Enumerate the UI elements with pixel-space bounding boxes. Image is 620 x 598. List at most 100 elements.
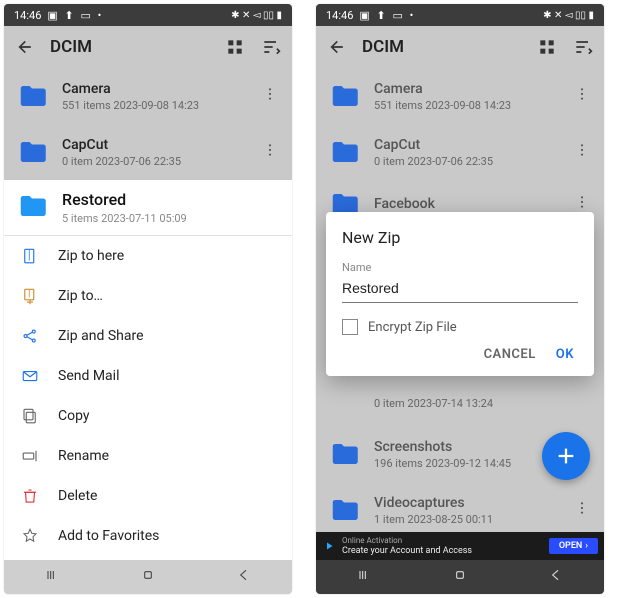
chevron-right-icon: ›: [585, 541, 588, 551]
context-menu: Zip to here Zip to… Zip and Share Send M…: [4, 236, 292, 594]
header-title: DCIM: [50, 37, 210, 57]
folder-name: Videocaptures: [374, 495, 558, 511]
menu-copy[interactable]: Copy: [4, 396, 292, 436]
menu-add-favorites[interactable]: Add to Favorites: [4, 516, 292, 556]
folder-meta: 0 item 2023-07-06 22:35: [374, 155, 558, 168]
header-title: DCIM: [362, 37, 522, 57]
app-header: DCIM: [316, 26, 604, 68]
more-icon[interactable]: [260, 86, 280, 106]
nav-back[interactable]: [548, 567, 564, 587]
cancel-button[interactable]: CANCEL: [484, 347, 536, 362]
menu-delete[interactable]: Delete: [4, 476, 292, 516]
status-notif-icons: ▣ ⬆ ▭ •: [47, 9, 103, 22]
selected-folder-header: Restored 5 items 2023-07-11 05:09: [4, 180, 292, 236]
more-icon: [572, 194, 592, 214]
sort-icon[interactable]: [572, 36, 594, 58]
status-time: 14:46: [326, 9, 353, 22]
view-grid-icon[interactable]: [536, 36, 558, 58]
folder-name: Facebook: [374, 196, 558, 212]
status-notif-icons: ▣ ⬆ ▭ •: [359, 9, 415, 22]
zip-icon: [20, 246, 40, 266]
nav-home[interactable]: [140, 567, 156, 587]
menu-zip-to[interactable]: Zip to…: [4, 276, 292, 316]
list-item: Camera 551 items 2023-09-08 14:23: [316, 68, 604, 124]
zip-name-input[interactable]: [342, 276, 578, 303]
folder-meta: 551 items 2023-09-08 14:23: [374, 99, 558, 112]
list-item: 0 item 2023-07-14 13:24: [316, 386, 604, 426]
copy-icon: [20, 406, 40, 426]
status-bar: 14:46 ▣ ⬆ ▭ • ✱ ✕ ◅ ▯▯ ▮: [4, 4, 292, 26]
folder-meta: 0 item 2023-07-14 13:24: [374, 397, 592, 410]
status-right-icons: ✱ ✕ ◅ ▯▯ ▮: [543, 10, 594, 21]
folder-meta: 551 items 2023-09-08 14:23: [62, 99, 246, 112]
ad-play-icon: [322, 539, 336, 553]
more-icon: [572, 142, 592, 162]
sort-icon[interactable]: [260, 36, 282, 58]
nav-recents[interactable]: [356, 567, 372, 587]
encrypt-label: Encrypt Zip File: [368, 320, 457, 335]
menu-send-mail[interactable]: Send Mail: [4, 356, 292, 396]
phone-right: 14:46 ▣ ⬆ ▭ • ✱ ✕ ◅ ▯▯ ▮ DCIM Camera 551…: [316, 4, 604, 594]
folder-list-dimmed: Camera 551 items 2023-09-08 14:23 CapCut…: [4, 68, 292, 180]
more-icon: [572, 500, 592, 520]
folder-icon: [16, 80, 48, 112]
menu-label: Zip and Share: [58, 328, 144, 344]
status-time: 14:46: [14, 9, 41, 22]
ok-button[interactable]: OK: [556, 347, 574, 362]
folder-meta: 1 item 2023-08-25 00:11: [374, 513, 558, 526]
trash-icon: [20, 486, 40, 506]
status-bar: 14:46 ▣ ⬆ ▭ • ✱ ✕ ◅ ▯▯ ▮: [316, 4, 604, 26]
zip-to-icon: [20, 286, 40, 306]
menu-rename[interactable]: Rename: [4, 436, 292, 476]
back-icon[interactable]: [14, 36, 36, 58]
nav-home[interactable]: [452, 567, 468, 587]
list-item: CapCut 0 item 2023-07-06 22:35: [316, 124, 604, 180]
menu-label: Add to Favorites: [58, 528, 159, 544]
more-icon[interactable]: [260, 142, 280, 162]
rename-icon: [20, 446, 40, 466]
view-grid-icon[interactable]: [224, 36, 246, 58]
fab-add-button[interactable]: [542, 432, 590, 480]
folder-icon: [16, 136, 48, 168]
folder-icon: [328, 438, 360, 470]
folder-name: Camera: [374, 81, 558, 97]
back-icon[interactable]: [326, 36, 348, 58]
encrypt-checkbox-row[interactable]: Encrypt Zip File: [342, 319, 578, 335]
folder-icon: [16, 190, 48, 222]
system-nav-bar: [4, 560, 292, 594]
folder-name: CapCut: [374, 137, 558, 153]
ad-open-button[interactable]: OPEN›: [549, 538, 598, 554]
share-icon: [20, 326, 40, 346]
nav-back[interactable]: [236, 567, 252, 587]
ad-text: Online Activation Create your Account an…: [342, 536, 543, 556]
more-icon: [572, 86, 592, 106]
folder-icon: [328, 494, 360, 526]
folder-name: CapCut: [62, 137, 246, 153]
dialog-title: New Zip: [342, 228, 578, 247]
menu-label: Copy: [58, 408, 90, 424]
system-nav-bar: [316, 560, 604, 594]
ad-banner[interactable]: Online Activation Create your Account an…: [316, 532, 604, 560]
selected-folder-meta: 5 items 2023-07-11 05:09: [62, 212, 280, 225]
list-item[interactable]: Camera 551 items 2023-09-08 14:23: [4, 68, 292, 124]
menu-label: Rename: [58, 448, 109, 464]
new-zip-dialog: New Zip Name Encrypt Zip File CANCEL OK: [326, 212, 594, 376]
list-item[interactable]: CapCut 0 item 2023-07-06 22:35: [4, 124, 292, 180]
status-right-icons: ✱ ✕ ◅ ▯▯ ▮: [231, 10, 282, 21]
menu-label: Send Mail: [58, 368, 119, 384]
folder-meta: 0 item 2023-07-06 22:35: [62, 155, 246, 168]
selected-folder-name: Restored: [62, 190, 280, 209]
menu-zip-here[interactable]: Zip to here: [4, 236, 292, 276]
star-icon: [20, 526, 40, 546]
folder-icon: [328, 80, 360, 112]
menu-label: Delete: [58, 488, 97, 504]
menu-zip-share[interactable]: Zip and Share: [4, 316, 292, 356]
dialog-input-label: Name: [342, 261, 578, 274]
list-item: Videocaptures 1 item 2023-08-25 00:11: [316, 482, 604, 538]
app-header: DCIM: [4, 26, 292, 68]
menu-label: Zip to…: [58, 288, 103, 304]
nav-recents[interactable]: [44, 567, 60, 587]
checkbox-icon[interactable]: [342, 319, 358, 335]
menu-label: Zip to here: [58, 248, 124, 264]
folder-icon: [328, 136, 360, 168]
